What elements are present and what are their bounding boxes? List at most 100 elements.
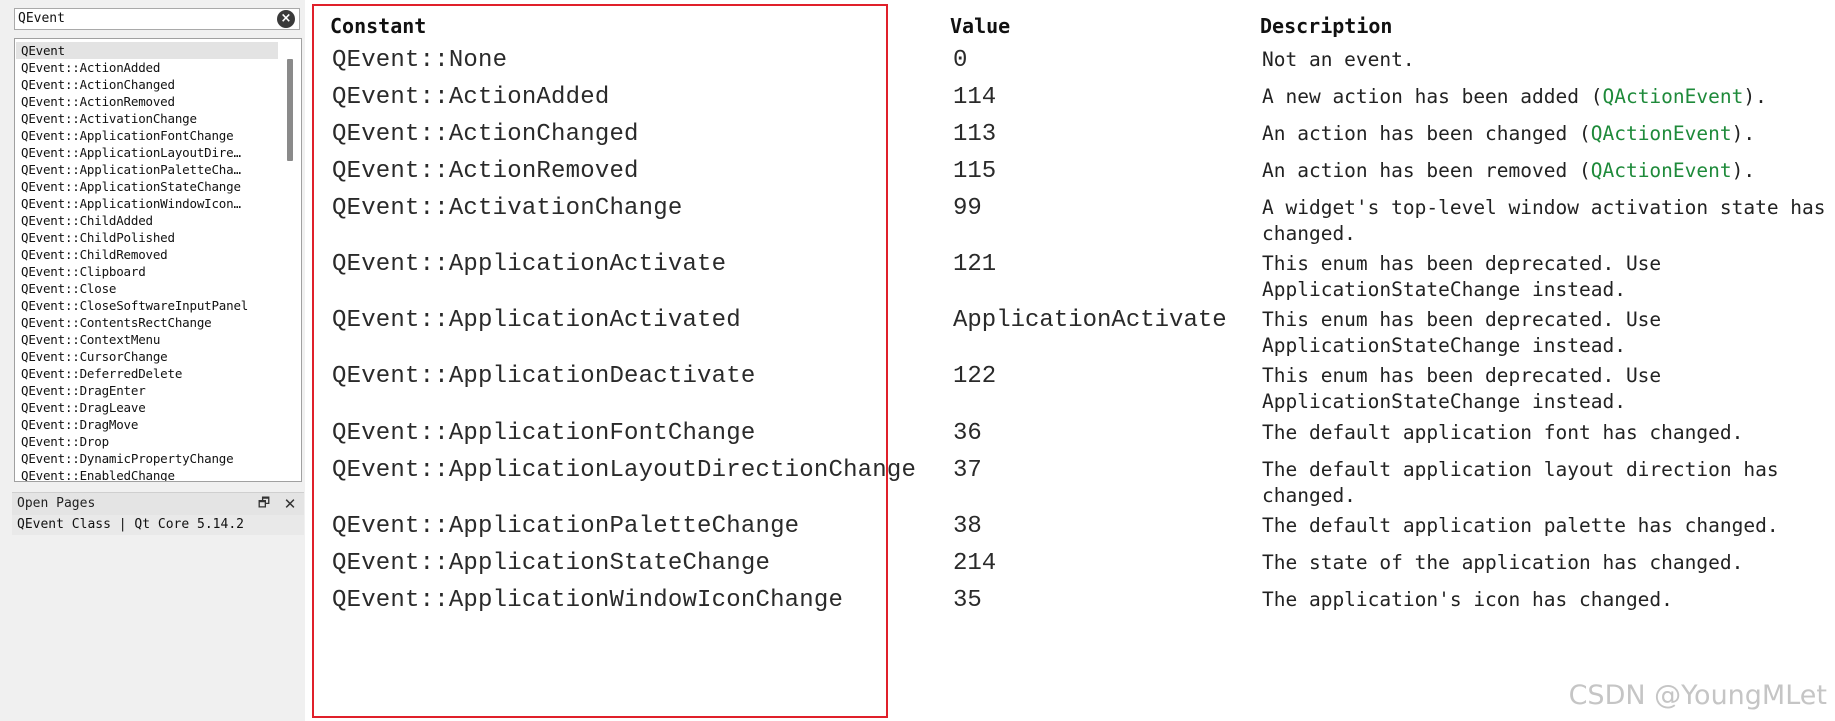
index-item[interactable]: QEvent::ApplicationLayoutDire…: [16, 144, 278, 161]
description-cell: Not an event.: [1262, 47, 1835, 73]
index-sidebar: × QEventQEvent::ActionAddedQEvent::Actio…: [0, 0, 305, 721]
description-line: An action has been changed (QActionEvent…: [1262, 122, 1756, 145]
constant-cell: QEvent::ActionChanged: [332, 121, 639, 148]
constant-cell: QEvent::ActionAdded: [332, 84, 610, 111]
description-line: ApplicationStateChange instead.: [1262, 334, 1626, 357]
watermark: CSDN @YoungMLet: [1568, 680, 1827, 711]
clear-search-icon[interactable]: ×: [277, 10, 295, 28]
constant-cell: QEvent::ApplicationWindowIconChange: [332, 587, 844, 614]
value-cell: 36: [953, 420, 982, 447]
value-cell: 99: [953, 195, 982, 222]
index-item[interactable]: QEvent::EnabledChange: [16, 467, 278, 481]
value-cell: ApplicationActivate: [953, 307, 1227, 334]
description-cell: The state of the application has changed…: [1262, 550, 1835, 576]
index-item[interactable]: QEvent::ActivationChange: [16, 110, 278, 127]
description-cell: This enum has been deprecated. Use Applic…: [1262, 251, 1835, 303]
description-line: The state of the application has changed…: [1262, 551, 1744, 574]
description-cell: A widget's top-level window activation s…: [1262, 195, 1835, 247]
value-cell: 35: [953, 587, 982, 614]
description-line: The default application palette has chan…: [1262, 514, 1779, 537]
constant-cell: QEvent::ApplicationActivate: [332, 251, 727, 278]
index-item[interactable]: QEvent::DragEnter: [16, 382, 278, 399]
description-line: changed.: [1262, 484, 1356, 507]
constant-cell: QEvent::ApplicationDeactivate: [332, 363, 756, 390]
description-line: This enum has been deprecated. Use: [1262, 308, 1662, 331]
index-item[interactable]: QEvent::DragLeave: [16, 399, 278, 416]
value-cell: 114: [953, 84, 997, 111]
header-constant: Constant: [330, 14, 427, 38]
search-box[interactable]: ×: [14, 8, 300, 30]
class-link[interactable]: QActionEvent: [1591, 159, 1732, 182]
value-cell: 121: [953, 251, 997, 278]
index-scrollbar[interactable]: [287, 59, 293, 161]
value-cell: 113: [953, 121, 997, 148]
index-item[interactable]: QEvent::ChildPolished: [16, 229, 278, 246]
index-item[interactable]: QEvent::DeferredDelete: [16, 365, 278, 382]
table-header: Constant Value Description: [310, 14, 1835, 40]
description-line: ApplicationStateChange instead.: [1262, 278, 1626, 301]
value-cell: 38: [953, 513, 982, 540]
index-item[interactable]: QEvent::Drop: [16, 433, 278, 450]
description-line: Not an event.: [1262, 48, 1415, 71]
description-cell: An action has been removed (QActionEvent…: [1262, 158, 1835, 184]
class-link[interactable]: QActionEvent: [1591, 122, 1732, 145]
index-item[interactable]: QEvent::ActionAdded: [16, 59, 278, 76]
value-cell: 115: [953, 158, 997, 185]
open-page-item[interactable]: QEvent Class | Qt Core 5.14.2: [12, 515, 304, 535]
index-item[interactable]: QEvent::CloseSoftwareInputPanel: [16, 297, 278, 314]
description-cell: The default application font has changed…: [1262, 420, 1835, 446]
search-input[interactable]: [18, 9, 268, 29]
index-item[interactable]: QEvent::DragMove: [16, 416, 278, 433]
index-item[interactable]: QEvent::ApplicationPaletteCha…: [16, 161, 278, 178]
index-item[interactable]: QEvent::Clipboard: [16, 263, 278, 280]
description-line: A new action has been added (QActionEven…: [1262, 85, 1767, 108]
description-line: ApplicationStateChange instead.: [1262, 390, 1626, 413]
constant-cell: QEvent::ApplicationActivated: [332, 307, 741, 334]
open-pages-title: Open Pages: [17, 496, 96, 511]
index-item[interactable]: QEvent::ActionRemoved: [16, 93, 278, 110]
description-cell: The default application palette has chan…: [1262, 513, 1835, 539]
index-item[interactable]: QEvent::ApplicationStateChange: [16, 178, 278, 195]
index-item[interactable]: QEvent::ApplicationWindowIcon…: [16, 195, 278, 212]
index-item[interactable]: QEvent::CursorChange: [16, 348, 278, 365]
index-item[interactable]: QEvent::ApplicationFontChange: [16, 127, 278, 144]
close-panel-icon[interactable]: ✕: [282, 496, 298, 512]
constant-cell: QEvent::ApplicationFontChange: [332, 420, 756, 447]
description-cell: The default application layout direction…: [1262, 457, 1835, 509]
description-line: This enum has been deprecated. Use: [1262, 364, 1662, 387]
constant-cell: QEvent::ApplicationLayoutDirectionChange: [332, 457, 917, 484]
description-cell: An action has been changed (QActionEvent…: [1262, 121, 1835, 147]
index-item[interactable]: QEvent::ChildRemoved: [16, 246, 278, 263]
description-cell: A new action has been added (QActionEven…: [1262, 84, 1835, 110]
description-cell: This enum has been deprecated. Use Applic…: [1262, 307, 1835, 359]
description-cell: The application's icon has changed.: [1262, 587, 1835, 613]
index-item[interactable]: QEvent::ActionChanged: [16, 76, 278, 93]
index-item[interactable]: QEvent::ChildAdded: [16, 212, 278, 229]
value-cell: 37: [953, 457, 982, 484]
documentation-content: Constant Value Description QEvent::None 0…: [310, 0, 1835, 721]
index-item[interactable]: QEvent::ContentsRectChange: [16, 314, 278, 331]
constant-cell: QEvent::ApplicationPaletteChange: [332, 513, 800, 540]
header-description: Description: [1260, 14, 1393, 38]
class-link[interactable]: QActionEvent: [1602, 85, 1743, 108]
value-cell: 122: [953, 363, 997, 390]
description-line: The default application layout direction…: [1262, 458, 1779, 481]
constant-cell: QEvent::None: [332, 47, 508, 74]
value-cell: 0: [953, 47, 968, 74]
index-item[interactable]: QEvent::DynamicPropertyChange: [16, 450, 278, 467]
description-cell: This enum has been deprecated. Use Applic…: [1262, 363, 1835, 415]
constant-cell: QEvent::ActivationChange: [332, 195, 683, 222]
constant-cell: QEvent::ActionRemoved: [332, 158, 639, 185]
description-line: This enum has been deprecated. Use: [1262, 252, 1662, 275]
description-line: A widget's top-level window activation s…: [1262, 196, 1826, 219]
description-line: An action has been removed (QActionEvent…: [1262, 159, 1756, 182]
index-item[interactable]: QEvent: [16, 42, 278, 59]
index-list[interactable]: QEvent QEvent::ActionAdded QEvent::ActionC…: [14, 38, 302, 482]
index-item[interactable]: QEvent::Close: [16, 280, 278, 297]
float-panel-icon[interactable]: 🗗: [256, 496, 272, 512]
open-pages-header: Open Pages 🗗 ✕: [12, 492, 304, 515]
index-items: QEvent QEvent::ActionAdded QEvent::ActionC…: [16, 42, 278, 481]
description-line: The default application font has changed…: [1262, 421, 1744, 444]
index-item[interactable]: QEvent::ContextMenu: [16, 331, 278, 348]
header-value: Value: [950, 14, 1011, 38]
